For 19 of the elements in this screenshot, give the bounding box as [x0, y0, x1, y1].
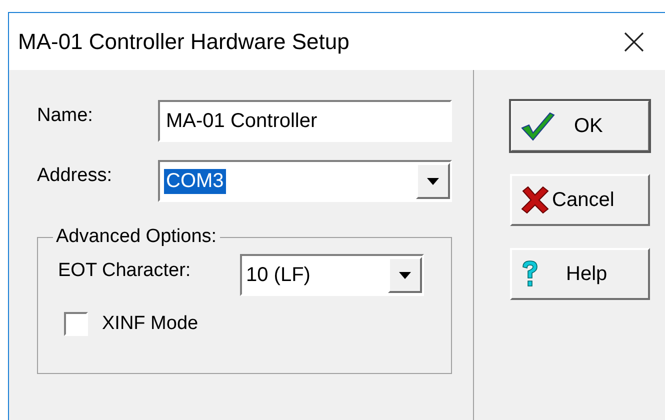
close-icon[interactable]	[623, 30, 645, 52]
address-label: Address:	[37, 165, 113, 187]
cancel-button[interactable]: Cancel	[510, 174, 650, 226]
group-title: Advanced Options:	[55, 226, 218, 248]
name-field[interactable]: MA-01 Controller	[158, 100, 452, 142]
checkbox[interactable]	[64, 312, 88, 336]
ok-button[interactable]: OK	[510, 100, 650, 152]
checkmark-icon	[520, 111, 556, 141]
eot-character-label: EOT Character:	[58, 260, 192, 282]
xinf-mode-label: XINF Mode	[102, 313, 198, 335]
question-mark-icon	[520, 259, 540, 289]
dropdown-arrow-icon	[399, 272, 411, 278]
dropdown-arrow-icon	[426, 178, 439, 184]
help-button[interactable]: Help	[510, 248, 650, 300]
eot-character-dropdown[interactable]: 10 (LF)	[240, 254, 424, 296]
address-dropdown[interactable]: COM3	[158, 160, 452, 202]
x-mark-icon	[520, 185, 550, 215]
window-title: MA-01 Controller Hardware Setup	[18, 28, 350, 54]
name-label: Name:	[37, 105, 94, 127]
